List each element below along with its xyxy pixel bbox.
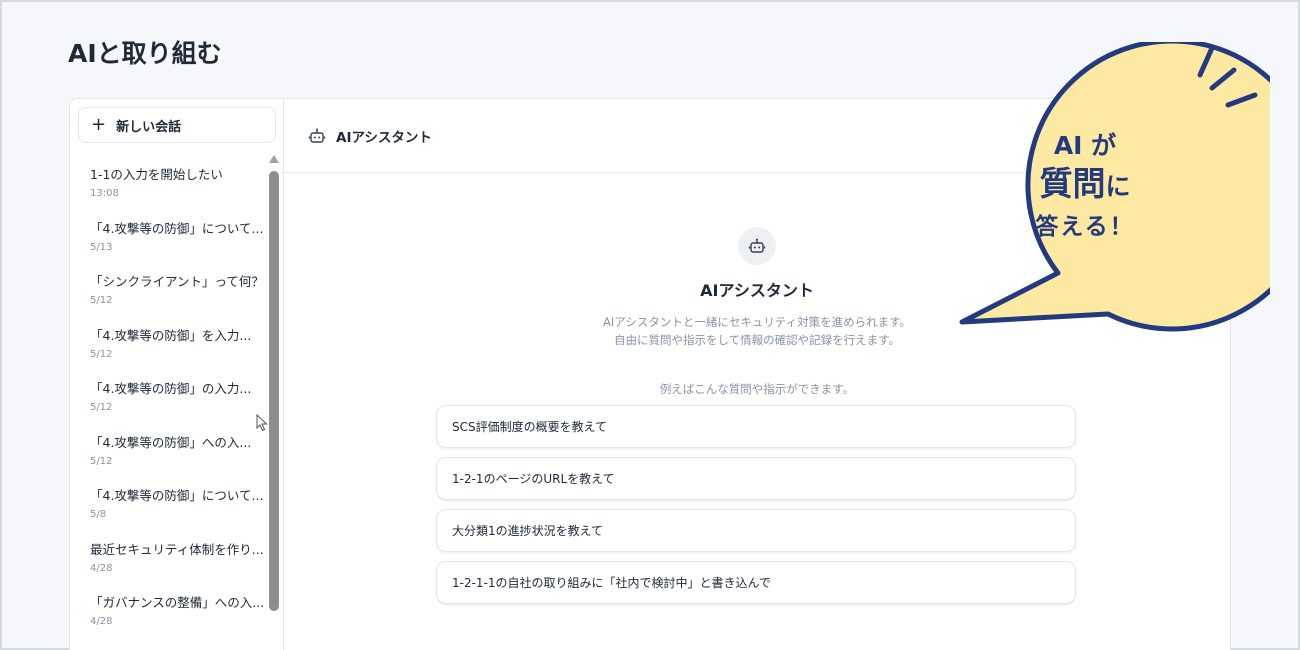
conversation-title: 「4.攻撃等の防御」の入力... <box>90 381 252 396</box>
robot-icon <box>308 128 326 143</box>
callout-emphasis: 質問 <box>1039 164 1106 203</box>
conversation-title: 1-1の入力を開始したい <box>90 167 223 182</box>
new-chat-label: 新しい会話 <box>116 119 182 135</box>
suggestion-button[interactable]: 大分類1の進捗状況を教えて <box>436 509 1076 552</box>
robot-icon <box>748 238 766 253</box>
conversation-title: 最近セキュリティ体制を作り... <box>90 541 264 557</box>
suggestion-list: SCS評価制度の概要を教えて 1-2-1のページのURLを教えて 大分類1の進捗… <box>436 405 1076 613</box>
callout-text: AI が 質問に 答える！ <box>990 128 1180 247</box>
conversation-date: 5/12 <box>90 348 113 360</box>
conversation-title: 「4.攻撃等の防御」について... <box>90 220 264 236</box>
assistant-avatar <box>738 227 776 265</box>
conversation-item[interactable]: 「4.攻撃等の防御」への入... 5/12 <box>70 423 270 477</box>
callout-line-1: AI が <box>1053 131 1117 160</box>
suggestion-button[interactable]: SCS評価制度の概要を教えて <box>436 405 1076 448</box>
suggestion-button[interactable]: 1-2-1のページのURLを教えて <box>436 457 1076 500</box>
conversation-item[interactable]: 「4.攻撃等の防御」について... 5/13 <box>70 209 270 263</box>
conversation-date: 13:08 <box>90 188 119 199</box>
new-chat-button[interactable]: + 新しい会話 <box>78 107 276 143</box>
conversation-title: 「4.攻撃等の防御」への入... <box>90 434 252 450</box>
chat-header-title: AIアシスタント <box>336 129 432 146</box>
conversation-date: 5/12 <box>90 295 113 306</box>
conversation-item[interactable]: 1-1の入力を開始したい 13:08 <box>70 155 270 209</box>
conversation-date: 4/28 <box>90 616 113 627</box>
conversation-list: 1-1の入力を開始したい 13:08 「4.攻撃等の防御」について... 5/1… <box>70 155 270 637</box>
conversation-date: 4/28 <box>90 562 113 574</box>
conversation-title: 「4.攻撃等の防御」について... <box>90 488 264 503</box>
conversation-title: 「4.攻撃等の防御」を入力... <box>90 327 252 343</box>
conversation-item[interactable]: 「4.攻撃等の防御」を入力... 5/12 <box>70 316 270 370</box>
scroll-up-arrow-icon[interactable] <box>269 155 279 163</box>
callout-line-3: 答える！ <box>1035 214 1135 240</box>
conversation-date: 5/12 <box>90 455 113 467</box>
conversation-item[interactable]: 「シンクライアント」って何？ 5/12 <box>70 262 270 316</box>
suggestion-button[interactable]: 1-2-1-1の自社の取り組みに「社内で検討中」と書き込んで <box>436 561 1076 604</box>
conversation-date: 5/8 <box>90 509 107 520</box>
conversation-item[interactable]: 「4.攻撃等の防御」について... 5/8 <box>70 476 270 530</box>
conversation-sidebar: + 新しい会話 1-1の入力を開始したい 13:08 「4.攻撃等の防御」につい… <box>70 99 284 650</box>
callout-line-2: 質問に <box>990 164 1180 207</box>
conversation-date: 5/13 <box>90 241 113 253</box>
conversation-date: 5/12 <box>90 402 113 413</box>
conversation-title: 「シンクライアント」って何？ <box>90 274 264 289</box>
conversation-item[interactable]: 最近セキュリティ体制を作り... 4/28 <box>70 530 270 584</box>
mouse-cursor-icon <box>256 414 268 432</box>
examples-label: 例えばこんな質問や指示ができます。 <box>659 382 855 396</box>
sidebar-scrollbar-thumb[interactable] <box>269 171 279 611</box>
callout-particle: に <box>1105 172 1131 201</box>
page-title: AIと取り組む <box>68 39 222 68</box>
conversation-item[interactable]: 「ガバナンスの整備」への入... 4/28 <box>70 583 270 637</box>
conversation-item[interactable]: 「4.攻撃等の防御」の入力... 5/12 <box>70 369 270 423</box>
plus-icon: + <box>91 114 107 135</box>
conversation-title: 「ガバナンスの整備」への入... <box>90 595 265 610</box>
